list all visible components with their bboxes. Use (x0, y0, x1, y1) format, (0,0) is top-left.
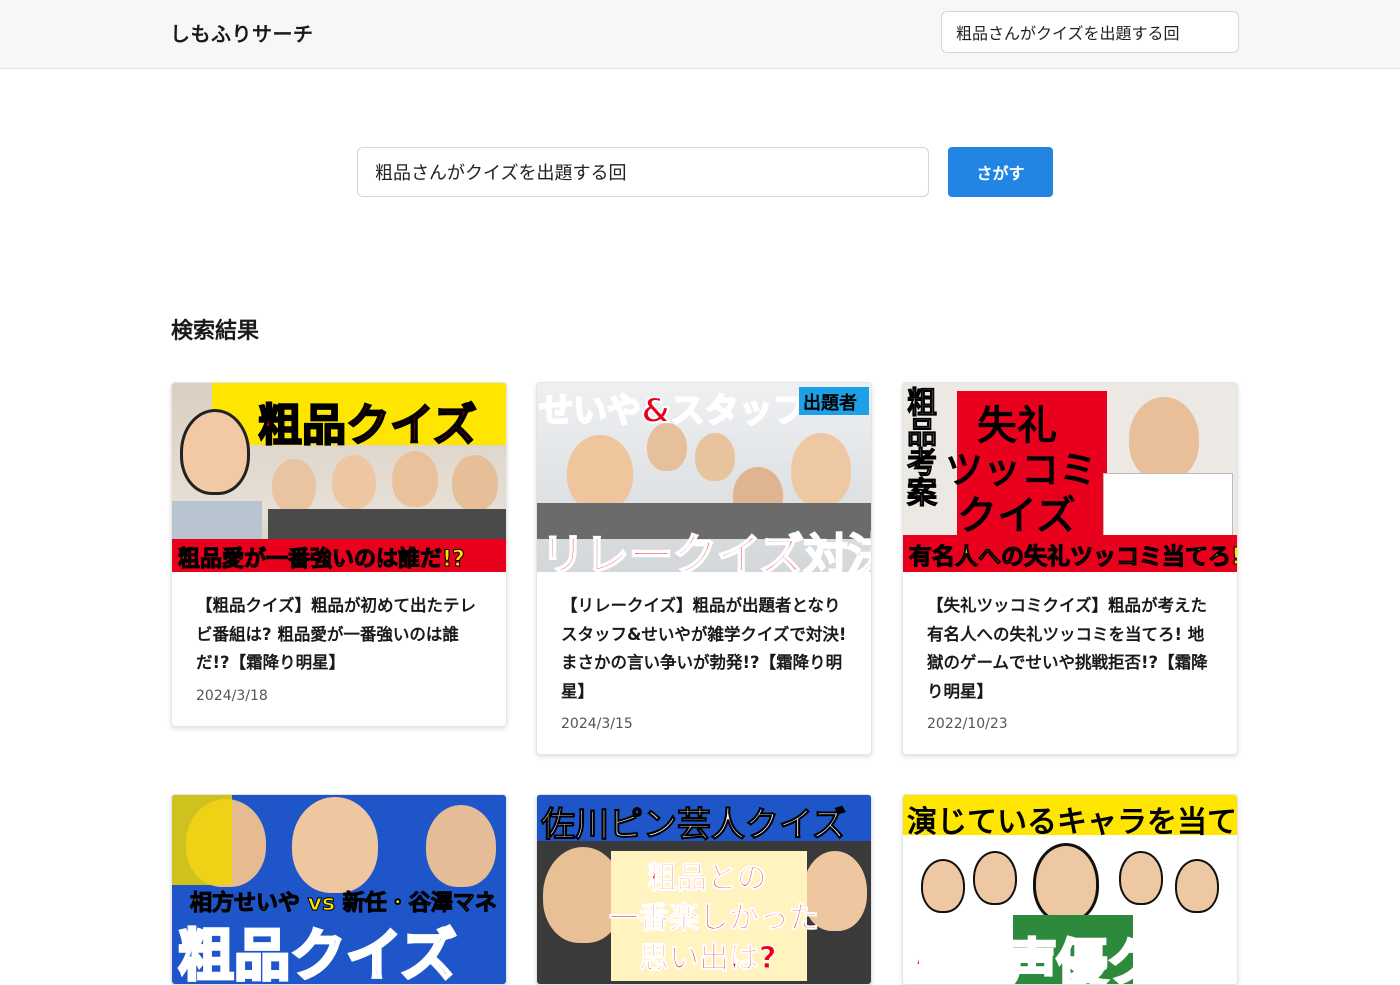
video-thumbnail[interactable]: 佐川ピン芸人クイズ 粗品との 一番楽しかった 思い出は? (537, 795, 871, 984)
video-thumbnail[interactable]: せいや&スタッフ 出題者 リレークイズ対決 (537, 383, 871, 572)
thumb-subtitle: リレークイズ対決 (540, 529, 871, 572)
person-face (452, 455, 498, 511)
result-card-5[interactable]: 佐川ピン芸人クイズ 粗品との 一番楽しかった 思い出は? (536, 794, 872, 985)
card-body: 【失礼ツッコミクイズ】粗品が考えた有名人への失礼ツッコミを当てろ! 地獄のゲーム… (903, 572, 1237, 754)
person-face (272, 459, 316, 513)
person-face (1129, 397, 1199, 481)
result-card-3[interactable]: 粗品考案 失礼 ツッコミ クイズ 有名人への失礼ツッコミ当てろ! 【失礼ツッコミ… (902, 382, 1238, 755)
person-face (180, 409, 250, 495)
video-thumbnail[interactable]: 粗品考案 失礼 ツッコミ クイズ 有名人への失礼ツッコミ当てろ! (903, 383, 1237, 572)
thumb-subtitle-line-1: 粗品との (647, 861, 768, 897)
thumb-title: 演じているキャラを当てろ (907, 805, 1237, 840)
top-navbar: しもふりサーチ (0, 0, 1400, 69)
video-date: 2022/10/23 (927, 716, 1008, 732)
brand-logo[interactable]: しもふりサーチ (170, 18, 314, 47)
video-title[interactable]: 【リレークイズ】粗品が出題者となりスタッフ&せいやが雑学クイズで対決! まさかの… (561, 592, 847, 706)
video-thumbnail[interactable]: 相方せいや vs 新任・谷澤マネ 粗品クイズ (172, 795, 506, 984)
person-face (292, 797, 378, 893)
result-card-2[interactable]: せいや&スタッフ 出題者 リレークイズ対決 【リレークイズ】粗品が出題者となりス… (536, 382, 872, 755)
result-card-6[interactable]: 演じているキャラを当てろ 粗品声優クイズ (902, 794, 1238, 985)
thumb-title-line-3: クイズ (957, 493, 1076, 539)
video-title[interactable]: 【失礼ツッコミクイズ】粗品が考えた有名人への失礼ツッコミを当てろ! 地獄のゲーム… (927, 592, 1213, 706)
person-face (332, 455, 376, 509)
person-face (1033, 843, 1099, 923)
video-thumbnail[interactable]: 粗品クイズ 粗品愛が一番強いのは誰だ!? (172, 383, 506, 572)
card-body: 【リレークイズ】粗品が出題者となりスタッフ&せいやが雑学クイズで対決! まさかの… (537, 572, 871, 754)
person-face (921, 859, 965, 913)
video-title[interactable]: 【粗品クイズ】粗品が初めて出たテレビ番組は? 粗品愛が一番強いのは誰だ!?【霜降… (196, 592, 482, 678)
card-body: 【粗品クイズ】粗品が初めて出たテレビ番組は? 粗品愛が一番強いのは誰だ!?【霜降… (172, 572, 506, 726)
thumb-subtitle: 粗品声優クイズ (906, 933, 1237, 985)
search-input[interactable] (357, 147, 929, 197)
blurred-board (1103, 473, 1233, 543)
person-face (1175, 859, 1219, 913)
thumb-subtitle: 粗品愛が一番強いのは誰だ!? (178, 547, 466, 573)
person-face (392, 451, 438, 507)
video-thumbnail[interactable]: 演じているキャラを当てろ 粗品声優クイズ (903, 795, 1237, 984)
thumb-badge: 出題者 (803, 393, 857, 414)
video-date: 2024/3/15 (561, 716, 633, 732)
person-face (695, 433, 735, 481)
person-face (791, 433, 851, 507)
thumb-side-text: 粗品考案 (907, 386, 938, 511)
results-heading: 検索結果 (171, 319, 260, 344)
result-card-4[interactable]: 相方せいや vs 新任・谷澤マネ 粗品クイズ (171, 794, 507, 985)
person-face (426, 805, 496, 887)
person-face (1119, 851, 1163, 905)
person-face (647, 423, 687, 471)
thumb-title: 粗品クイズ (257, 399, 478, 452)
person-face (973, 851, 1017, 905)
thumb-subtitle-line-2: 一番楽しかった (609, 901, 820, 937)
video-date: 2024/3/18 (196, 687, 268, 704)
people-bodies (268, 509, 506, 543)
thumb-title: 佐川ピン芸人クイズ (541, 805, 847, 846)
header-search-input[interactable] (941, 11, 1239, 53)
result-card-1[interactable]: 粗品クイズ 粗品愛が一番強いのは誰だ!? 【粗品クイズ】粗品が初めて出たテレビ番… (171, 382, 507, 727)
thumb-title: 粗品クイズ (176, 923, 457, 985)
yellow-accent (172, 795, 232, 885)
thumb-subtitle: 有名人への失礼ツッコミ当てろ! (909, 544, 1237, 571)
search-button[interactable]: さがす (948, 147, 1053, 197)
person-face (567, 435, 633, 511)
thumb-subtitle-line-3: 思い出は? (638, 941, 777, 977)
